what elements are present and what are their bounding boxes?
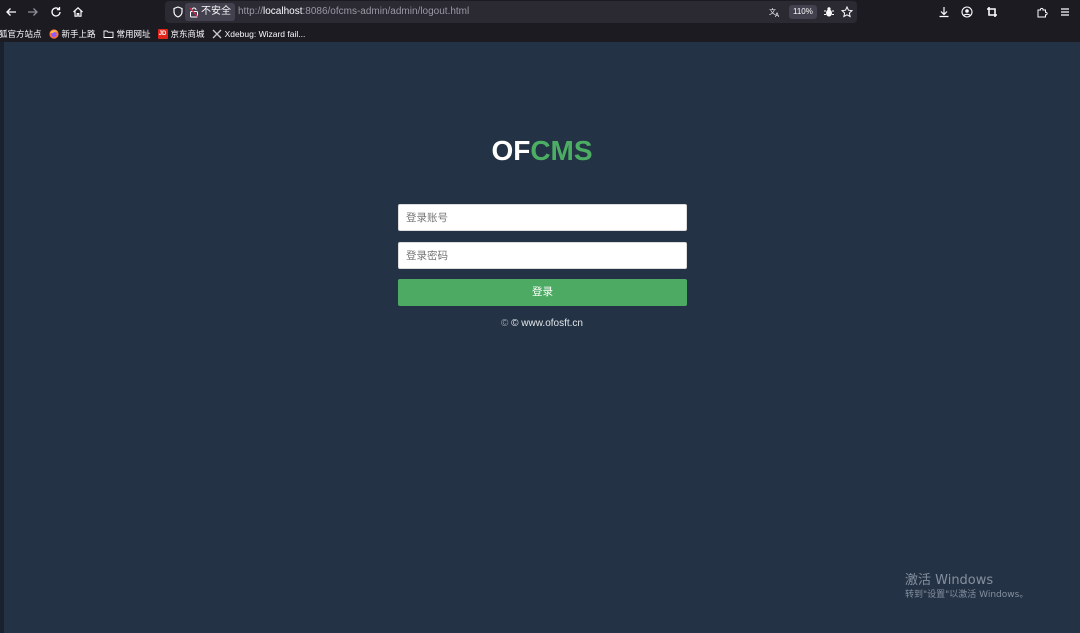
hamburger-icon: [1061, 8, 1069, 16]
forward-button[interactable]: [24, 3, 42, 21]
insecure-label: 不安全: [201, 6, 231, 17]
lock-warning-icon: [189, 7, 199, 17]
url-bar[interactable]: 不安全 http://localhost:8086/ofcms-admin/ad…: [165, 1, 857, 23]
account-button[interactable]: [958, 3, 976, 21]
bookmark-star-button[interactable]: [839, 4, 855, 20]
bookmark-label: 京东商城: [170, 28, 205, 39]
extension-bug-button[interactable]: [821, 4, 837, 20]
crop-icon: [987, 7, 997, 17]
xdebug-icon: [212, 29, 222, 38]
translate-button[interactable]: 文A: [767, 4, 783, 20]
logo-cms: CMS: [530, 135, 593, 166]
insecure-badge[interactable]: 不安全: [185, 3, 235, 21]
svg-text:A: A: [775, 12, 780, 18]
puzzle-icon: [1037, 7, 1048, 18]
translate-icon: 文A: [769, 7, 780, 19]
star-icon: [840, 5, 854, 18]
bookmark-official-site[interactable]: 狐官方站点: [0, 28, 42, 40]
firefox-icon: [48, 28, 59, 39]
menu-button[interactable]: [1056, 3, 1074, 21]
watermark-subtitle: 转到"设置"以激活 Windows。: [905, 590, 1029, 600]
login-button[interactable]: 登录: [398, 279, 687, 306]
zoom-level-badge[interactable]: 110%: [789, 5, 817, 19]
bookmark-jd-mall[interactable]: JD 京东商城: [157, 28, 205, 40]
reload-button[interactable]: [47, 3, 65, 21]
page-content: OFCMS 登录 © © www.ofosft.cn 激活 Windows 转到…: [0, 42, 1080, 633]
shield-icon[interactable]: [170, 4, 186, 20]
watermark-title: 激活 Windows: [905, 573, 994, 588]
logo-of: OF: [491, 135, 531, 166]
folder-icon: [103, 30, 113, 38]
bookmark-label: 常用网址: [116, 28, 151, 39]
url-host: localhost: [263, 6, 303, 17]
reload-icon: [51, 7, 61, 17]
copyright: © © www.ofosft.cn: [0, 317, 1080, 330]
copyright-text: © www.ofosft.cn: [511, 318, 583, 329]
home-button[interactable]: [69, 3, 87, 21]
url-prefix: http://: [238, 6, 264, 17]
download-icon: [939, 7, 949, 18]
downloads-button[interactable]: [935, 3, 953, 21]
bug-icon: [824, 7, 834, 17]
account-icon: [961, 6, 973, 18]
bookmark-label: Xdebug: Wizard fail...: [224, 28, 306, 39]
extensions-button[interactable]: [1033, 3, 1051, 21]
screenshot-button[interactable]: [983, 3, 1001, 21]
password-input[interactable]: [398, 242, 687, 269]
ofcms-logo: OFCMS: [0, 134, 1080, 168]
username-input[interactable]: [398, 204, 687, 231]
bookmarks-toolbar: 狐官方站点 新手上路 常用网址 JD 京东商城 Xdebug: Wizard f…: [0, 25, 1080, 42]
browser-chrome: 不安全 http://localhost:8086/ofcms-admin/ad…: [0, 0, 1080, 42]
home-icon: [73, 6, 83, 17]
bookmark-label: 新手上路: [61, 28, 96, 39]
browser-toolbar: 不安全 http://localhost:8086/ofcms-admin/ad…: [0, 0, 1080, 24]
left-edge-bar: [0, 42, 4, 633]
copyright-symbol: ©: [501, 318, 509, 329]
back-button[interactable]: [2, 3, 20, 21]
bookmark-xdebug[interactable]: Xdebug: Wizard fail...: [212, 28, 306, 39]
bookmark-common-sites[interactable]: 常用网址: [103, 28, 151, 40]
jd-icon: JD: [157, 28, 168, 39]
arrow-left-icon: [6, 8, 16, 16]
url-text[interactable]: http://localhost:8086/ofcms-admin/admin/…: [238, 1, 469, 23]
bookmark-label: 狐官方站点: [0, 28, 42, 39]
windows-activation-watermark: 激活 Windows 转到"设置"以激活 Windows。: [905, 572, 1028, 602]
url-path: :8086/ofcms-admin/admin/logout.html: [302, 6, 470, 17]
bookmark-getting-started[interactable]: 新手上路: [48, 28, 96, 40]
arrow-right-icon: [28, 8, 38, 16]
